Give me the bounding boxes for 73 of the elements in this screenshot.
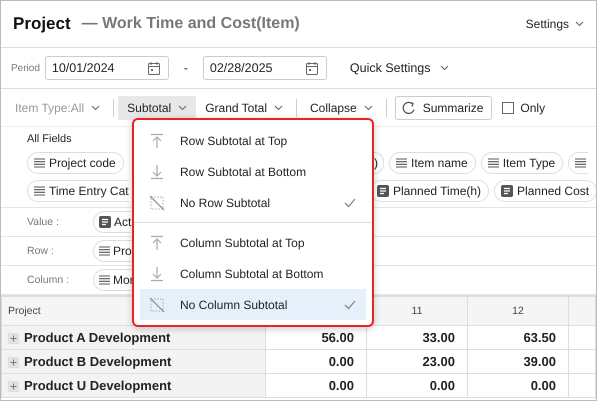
field-chip[interactable]: Planned Cost — [494, 180, 596, 202]
date-separator: - — [184, 61, 188, 75]
toolbar-dropdown[interactable]: Subtotal — [118, 96, 196, 120]
no-subtotal-icon — [149, 296, 165, 312]
list-icon — [396, 158, 407, 168]
table-cell: 0.00 — [366, 374, 468, 398]
field-chip[interactable]: Pro — [93, 240, 132, 262]
document-icon — [99, 216, 111, 228]
chevron-icon — [91, 104, 100, 110]
align-top-icon — [149, 132, 165, 148]
align-bottom-icon — [149, 266, 165, 282]
menu-item[interactable]: No Column Subtotal — [140, 289, 366, 320]
table-cell: 33.00 — [366, 326, 468, 350]
table-cell: 0.00 — [266, 374, 366, 398]
start-date-field[interactable]: 10/01/2024 — [44, 56, 169, 80]
page-subtitle: — Work Time and Cost(Item) — [82, 15, 300, 33]
area-label: Row : — [27, 245, 55, 257]
calendar-icon — [148, 62, 160, 74]
field-chip[interactable]: ) — [374, 152, 384, 174]
document-icon — [501, 185, 514, 197]
field-chip[interactable]: Item Type — [480, 152, 564, 174]
column-header: 12 — [468, 296, 568, 326]
chevron-icon — [364, 104, 373, 110]
table-cell: 0.00 — [266, 350, 366, 374]
chevron-icon — [178, 104, 188, 110]
summarize-button[interactable]: Summarize — [394, 96, 492, 120]
field-chip[interactable] — [568, 152, 588, 174]
list-icon — [99, 246, 110, 256]
section-label: All Fields — [27, 133, 72, 145]
no-subtotal-icon — [149, 194, 165, 210]
chevron-icon — [440, 65, 448, 71]
menu-item[interactable]: Column Subtotal at Top — [140, 227, 366, 258]
row-header: Product A Development — [2, 326, 266, 350]
period-label: Period — [11, 62, 40, 74]
expand-icon[interactable] — [8, 333, 19, 344]
align-bottom-icon — [149, 164, 165, 180]
end-date-field[interactable]: 02/28/2025 — [202, 56, 327, 80]
table-cell: 39.00 — [468, 350, 568, 374]
toolbar-dropdown[interactable]: Grand Total — [196, 96, 292, 120]
field-chip[interactable]: Act — [93, 211, 132, 233]
calendar-icon — [306, 62, 318, 74]
area-label: Column : — [27, 274, 70, 286]
field-chip[interactable]: Project code — [27, 152, 124, 174]
list-icon — [34, 186, 45, 196]
table-cell: 0.00 — [468, 374, 568, 398]
chevron-icon — [575, 21, 584, 27]
menu-item[interactable]: Row Subtotal at Bottom — [140, 156, 366, 187]
menu-item[interactable]: Row Subtotal at Top — [140, 125, 366, 156]
refresh-icon — [400, 100, 417, 116]
list-icon — [34, 158, 45, 168]
menu-item[interactable]: No Row Subtotal — [140, 187, 366, 218]
expand-icon[interactable] — [8, 381, 19, 392]
area-label: Value : — [27, 216, 60, 228]
menu-item[interactable]: Column Subtotal at Bottom — [140, 258, 366, 289]
page-title: Project — [13, 14, 71, 34]
list-icon — [488, 158, 499, 168]
quick-settings-dropdown[interactable]: Quick Settings — [344, 60, 454, 76]
document-icon — [377, 185, 389, 197]
table-cell: 63.50 — [468, 326, 568, 350]
field-chip[interactable]: Time Entry Cat — [27, 180, 129, 202]
row-header: Product U Development — [2, 374, 266, 398]
field-chip[interactable]: Item name — [389, 152, 476, 174]
checkbox[interactable] — [502, 102, 514, 114]
list-icon — [99, 275, 110, 285]
settings-dropdown[interactable]: Settings — [526, 17, 584, 31]
list-icon — [575, 158, 586, 168]
expand-icon[interactable] — [8, 357, 19, 368]
row-header: Product B Development — [2, 350, 266, 374]
align-top-icon — [149, 234, 165, 250]
checkbox-label: Only — [520, 100, 546, 114]
toolbar-dropdown[interactable]: Collapse — [301, 96, 382, 120]
table-cell: 23.00 — [366, 350, 468, 374]
chevron-icon — [274, 104, 284, 110]
